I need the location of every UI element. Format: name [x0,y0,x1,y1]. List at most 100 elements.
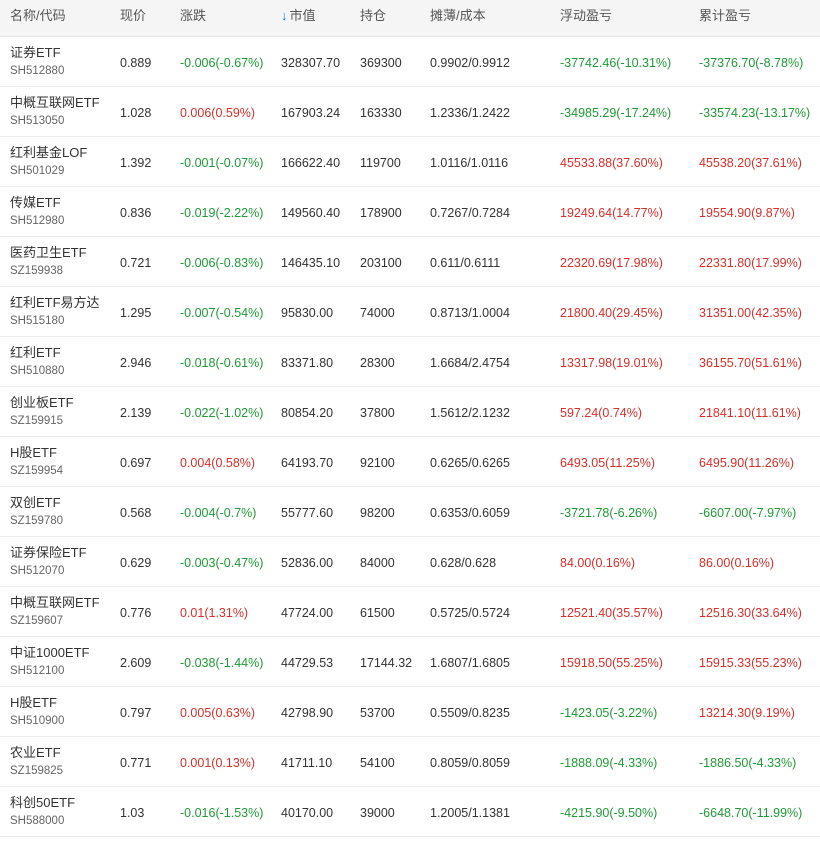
floating-pl: 12521.40(35.57%) [560,606,663,620]
table-row[interactable]: 红利ETF SH510880 2.946 -0.018(-0.61%) 83371.80… [0,337,820,387]
total-pl: 15915.33(55.23%) [699,656,802,670]
fund-name-code: 医药卫生ETF SZ159938 [10,244,87,280]
fund-name: 红利ETF [10,345,61,360]
table-row[interactable]: 证券ETF SH512880 0.889 -0.006(-0.67%) 328307.7… [0,37,820,87]
diluted-cost: 0.5725/0.5724 [430,606,510,620]
total-pl: 21841.10(11.61%) [699,406,801,420]
fund-name: H股ETF [10,445,57,460]
market-value: 55777.60 [281,506,334,520]
position-quantity: 28300 [360,356,395,370]
fund-name-code: 证券ETF SH512880 [10,44,64,80]
fund-name: 证券保险ETF [10,545,87,560]
current-price: 2.609 [120,656,152,670]
fund-name-code: 农业ETF SZ159825 [10,744,63,780]
floating-pl: 6493.05(11.25%) [560,456,655,470]
fund-name: 红利基金LOF [10,145,88,160]
price-change: -0.007(-0.54%) [180,306,264,320]
market-value: 146435.10 [281,256,341,270]
floating-pl: -34985.29(-17.24%) [560,106,672,120]
table-row[interactable]: 中概互联网ETF SZ159607 0.776 0.01(1.31%) 47724.00… [0,587,820,637]
diluted-cost: 1.6807/1.6805 [430,656,510,670]
column-header-name-code[interactable]: 名称/代码 [10,0,66,32]
market-value: 47724.00 [281,606,334,620]
table-row[interactable]: 中证1000ETF SH512100 2.609 -0.038(-1.44%) 4472… [0,637,820,687]
fund-name: 传媒ETF [10,195,61,210]
table-body: 证券ETF SH512880 0.889 -0.006(-0.67%) 328307.7… [0,37,820,837]
fund-name: 证券ETF [10,45,61,60]
total-pl: 31351.00(42.35%) [699,306,802,320]
total-pl: 36155.70(51.61%) [699,356,802,370]
position-quantity: 92100 [360,456,395,470]
fund-name: 医药卫生ETF [10,245,87,260]
total-pl: 22331.80(17.99%) [699,256,802,270]
total-pl: 19554.90(9.87%) [699,206,795,220]
diluted-cost: 0.6265/0.6265 [430,456,510,470]
total-pl: -6648.70(-11.99%) [699,806,803,820]
current-price: 0.568 [120,506,152,520]
fund-name-code: 中证1000ETF SH512100 [10,644,89,680]
diluted-cost: 0.8059/0.8059 [430,756,510,770]
market-value: 149560.40 [281,206,341,220]
position-quantity: 39000 [360,806,395,820]
fund-code: SH510900 [10,715,65,727]
floating-pl: 597.24(0.74%) [560,406,643,420]
column-header-quantity[interactable]: 持仓 [360,0,386,32]
floating-pl: -1423.05(-3.22%) [560,706,658,720]
price-change: -0.038(-1.44%) [180,656,264,670]
floating-pl: 19249.64(14.77%) [560,206,663,220]
fund-code: SH501029 [10,165,65,177]
fund-code: SH513050 [10,115,65,127]
market-value: 41711.10 [281,756,333,770]
fund-name: 中证1000ETF [10,645,90,660]
fund-code: SZ159954 [10,465,64,477]
table-row[interactable]: 证券保险ETF SH512070 0.629 -0.003(-0.47%) 52836.… [0,537,820,587]
column-header-market-value[interactable]: ↓ 市值 [281,0,316,32]
floating-pl: -4215.90(-9.50%) [560,806,658,820]
fund-code: SZ159915 [10,415,64,427]
floating-pl: 13317.98(19.01%) [560,356,663,370]
table-row[interactable]: 红利基金LOF SH501029 1.392 -0.001(-0.07%) 166622… [0,137,820,187]
market-value: 64193.70 [281,456,334,470]
diluted-cost: 0.9902/0.9912 [430,56,510,70]
fund-code: SH515180 [10,315,65,327]
total-pl: 86.00(0.16%) [699,556,775,570]
diluted-cost: 1.0116/1.0116 [430,156,509,170]
fund-name-code: 证券保险ETF SH512070 [10,544,87,580]
position-quantity: 37800 [360,406,395,420]
holdings-table: 名称/代码 现价 涨跌 ↓ 市值 持仓 摊薄/成本 浮动盈亏 累计盈亏 证券ETF… [0,0,820,837]
fund-name-code: 红利基金LOF SH501029 [10,144,87,180]
table-row[interactable]: 科创50ETF SH588000 1.03 -0.016(-1.53%) 40170.0… [0,787,820,837]
price-change: -0.006(-0.67%) [180,56,264,70]
table-row[interactable]: H股ETF SH510900 0.797 0.005(0.63%) 42798.90 53… [0,687,820,737]
position-quantity: 53700 [360,706,395,720]
diluted-cost: 1.6684/2.4754 [430,356,510,370]
column-header-market-value-label: 市值 [289,8,316,23]
position-quantity: 17144.32 [360,656,413,670]
fund-name-code: 创业板ETF SZ159915 [10,394,74,430]
column-header-floating-pl[interactable]: 浮动盈亏 [560,0,612,32]
current-price: 0.889 [120,56,152,70]
table-row[interactable]: 中概互联网ETF SH513050 1.028 0.006(0.59%) 167903.… [0,87,820,137]
column-header-cost[interactable]: 摊薄/成本 [430,0,486,32]
column-header-change[interactable]: 涨跌 [180,0,206,32]
current-price: 0.771 [120,756,152,770]
column-header-total-pl[interactable]: 累计盈亏 [699,0,751,32]
total-pl: 6495.90(11.26%) [699,456,794,470]
table-row[interactable]: 创业板ETF SZ159915 2.139 -0.022(-1.02%) 80854.2… [0,387,820,437]
current-price: 1.028 [120,106,152,120]
fund-name-code: 双创ETF SZ159780 [10,494,63,530]
fund-code: SZ159825 [10,765,64,777]
column-header-price[interactable]: 现价 [120,0,146,32]
price-change: -0.006(-0.83%) [180,256,264,270]
fund-code: SH510880 [10,365,65,377]
price-change: -0.004(-0.7%) [180,506,257,520]
table-row[interactable]: 红利ETF易方达 SH515180 1.295 -0.007(-0.54%) 95830… [0,287,820,337]
table-row[interactable]: 医药卫生ETF SZ159938 0.721 -0.006(-0.83%) 146435… [0,237,820,287]
table-row[interactable]: 农业ETF SZ159825 0.771 0.001(0.13%) 41711.10 54… [0,737,820,787]
table-row[interactable]: 双创ETF SZ159780 0.568 -0.004(-0.7%) 55777.60 9… [0,487,820,537]
fund-code: SZ159607 [10,615,64,627]
table-row[interactable]: 传媒ETF SH512980 0.836 -0.019(-2.22%) 149560.4… [0,187,820,237]
position-quantity: 163330 [360,106,402,120]
fund-name-code: H股ETF SZ159954 [10,444,63,480]
table-row[interactable]: H股ETF SZ159954 0.697 0.004(0.58%) 64193.70 92… [0,437,820,487]
